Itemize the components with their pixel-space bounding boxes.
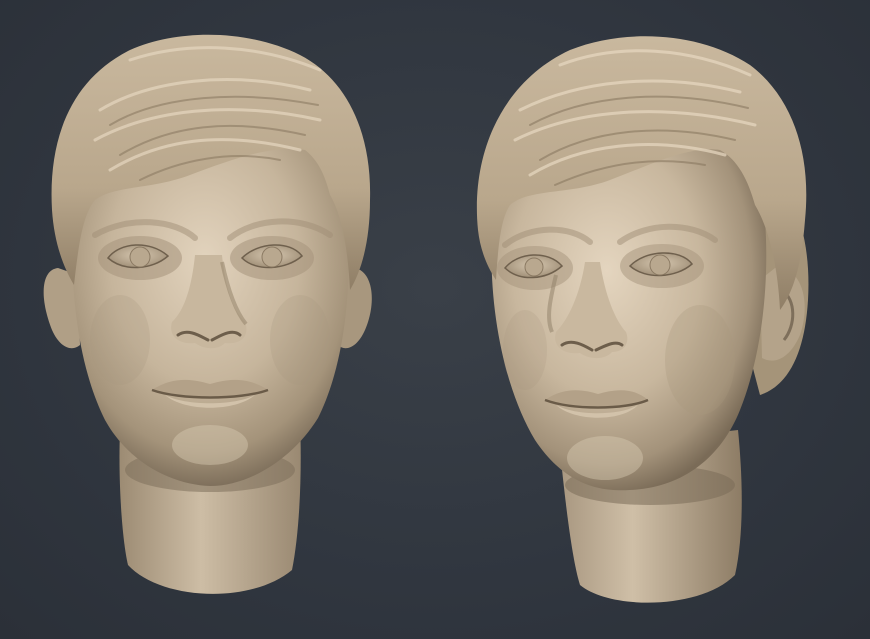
head-three-quarter-model: [476, 36, 809, 603]
sculpt-viewport[interactable]: [0, 0, 870, 639]
head-front-model: [43, 34, 372, 594]
sculpt-render: [43, 34, 809, 603]
